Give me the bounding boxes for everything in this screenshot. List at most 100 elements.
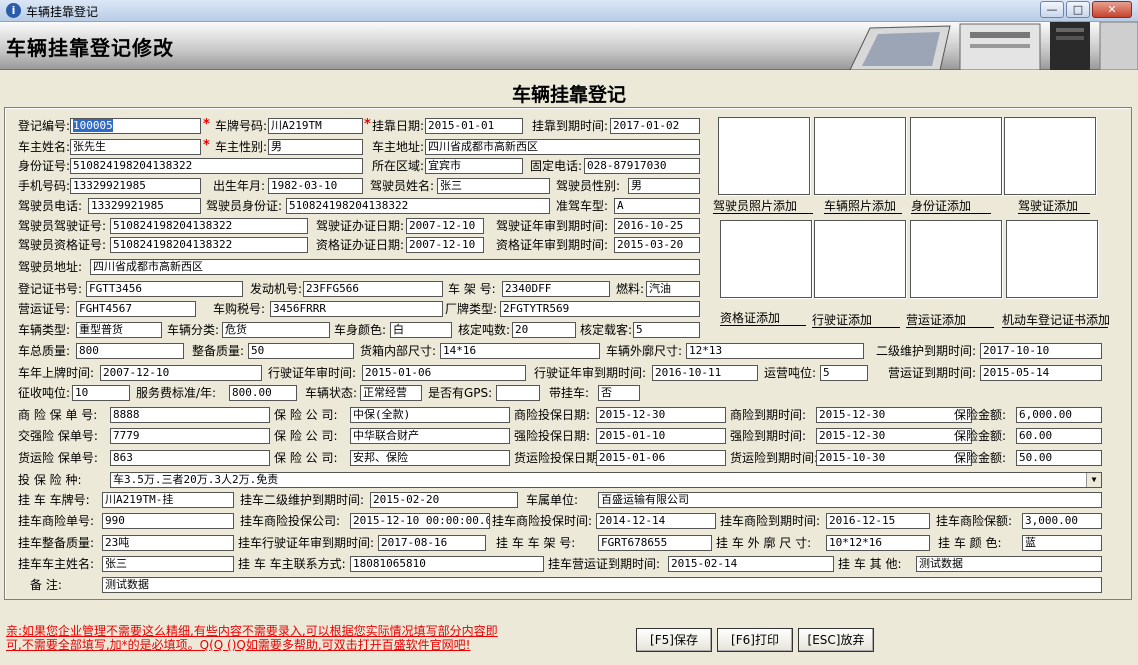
fee-ton-input[interactable]: 10 (72, 385, 130, 401)
chevron-down-icon[interactable]: ▼ (1086, 473, 1101, 487)
ldate-input[interactable]: 2007-12-10 (406, 218, 484, 234)
address-input[interactable]: 四川省成都市高新西区 (425, 139, 700, 155)
daddr-input[interactable]: 四川省成都市高新西区 (90, 259, 700, 275)
qdate-input[interactable]: 2007-12-10 (406, 237, 484, 253)
ins-start-input[interactable]: 2015-01-10 (596, 428, 726, 444)
ins-start-input[interactable]: 2015-01-06 (596, 450, 726, 466)
ins-co-input[interactable]: 中华联合财产 (350, 428, 510, 444)
optons-input[interactable]: 5 (820, 365, 868, 381)
tins-input[interactable]: 990 (102, 513, 234, 529)
fee-input[interactable]: 800.00 (229, 385, 297, 401)
maint-input[interactable]: 2017-10-10 (980, 343, 1102, 359)
unit-input[interactable]: 百盛运输有限公司 (598, 492, 1102, 508)
drvexp-input[interactable]: 2016-10-11 (652, 365, 758, 381)
color-input[interactable]: 白 (390, 322, 452, 338)
license-photo-add-link[interactable]: 驾驶证添加 (1018, 199, 1090, 214)
tcurb-input[interactable]: 23吨 (102, 535, 234, 551)
ins-end-input[interactable]: 2015-12-30 (816, 428, 972, 444)
owner-input[interactable]: 张先生 (70, 139, 201, 155)
ins-co-input[interactable]: 安邦、保险 (350, 450, 510, 466)
ton-input[interactable]: 20 (512, 322, 576, 338)
ins-amt-input[interactable]: 6,000.00 (1016, 407, 1102, 423)
close-button[interactable]: ✕ (1092, 1, 1132, 18)
tend-input[interactable]: 2016-12-15 (826, 513, 930, 529)
vehicle-photo-box[interactable] (814, 117, 906, 195)
topexp-input[interactable]: 2015-02-14 (668, 556, 834, 572)
area-input[interactable]: 宜宾市 (425, 158, 523, 174)
tdrv-input[interactable]: 2017-08-16 (378, 535, 486, 551)
date-input[interactable]: 2015-01-01 (425, 118, 523, 134)
reg-cert-photo-box[interactable] (1006, 220, 1098, 298)
ins-start-input[interactable]: 2015-12-30 (596, 407, 726, 423)
dgender-input[interactable]: 男 (628, 178, 700, 194)
drive-cert-photo-box[interactable] (814, 220, 906, 298)
driver-input[interactable]: 张三 (437, 178, 550, 194)
cancel-button[interactable]: [ESC]放弃 (798, 628, 874, 652)
ins-kind-select[interactable]: 车3.5万.三者20万.3人2万.免责 ▼ (110, 472, 1102, 488)
tother-input[interactable]: 测试数据 (916, 556, 1102, 572)
vcat-input[interactable]: 危货 (222, 322, 330, 338)
tphone-input[interactable]: 18081065810 (350, 556, 544, 572)
license-photo-box[interactable] (1004, 117, 1096, 195)
id-photo-add-link[interactable]: 身份证添加 (911, 199, 991, 214)
reg-no-input[interactable]: 100005 (70, 118, 201, 134)
reg-cert-add-link[interactable]: 机动车登记证书添加 (1002, 313, 1110, 328)
tframe-input[interactable]: FGRT678655 (598, 535, 712, 551)
qual-photo-add-link[interactable]: 资格证添加 (720, 311, 806, 326)
drive-cert-add-link[interactable]: 行驶证添加 (812, 313, 900, 328)
touter-input[interactable]: 10*12*16 (826, 535, 930, 551)
vtype-input[interactable]: 重型普货 (76, 322, 162, 338)
opexp-input[interactable]: 2015-05-14 (980, 365, 1102, 381)
towner-input[interactable]: 张三 (102, 556, 234, 572)
model-input[interactable]: 2FGTYTR569 (500, 301, 700, 317)
ins-no-input[interactable]: 8888 (110, 407, 270, 423)
save-button[interactable]: [F5]保存 (636, 628, 712, 652)
tco-input[interactable]: 2015-12-10 00:00:00.000 (350, 513, 490, 529)
vehicle-photo-add-link[interactable]: 车辆照片添加 (824, 199, 902, 214)
fuel-input[interactable]: 汽油 (646, 281, 700, 297)
tstart-input[interactable]: 2014-12-14 (596, 513, 716, 529)
tmaint-input[interactable]: 2015-02-20 (370, 492, 518, 508)
status-input[interactable]: 正常经营 (360, 385, 422, 401)
curb-input[interactable]: 50 (248, 343, 354, 359)
gross-input[interactable]: 800 (76, 343, 184, 359)
tplate-input[interactable]: 川A219TM-挂 (102, 492, 234, 508)
license-input[interactable]: 510824198204138322 (110, 218, 308, 234)
id-photo-box[interactable] (910, 117, 1002, 195)
tamt-input[interactable]: 3,000.00 (1022, 513, 1102, 529)
qexp-input[interactable]: 2015-03-20 (614, 237, 700, 253)
gps-input[interactable] (496, 385, 540, 401)
ins-amt-input[interactable]: 60.00 (1016, 428, 1102, 444)
inner-input[interactable]: 14*16 (440, 343, 600, 359)
driver-photo-box[interactable] (718, 117, 810, 195)
did-input[interactable]: 510824198204138322 (286, 198, 550, 214)
op-cert-add-link[interactable]: 营运证添加 (906, 313, 994, 328)
phone-input[interactable]: 028-87917030 (584, 158, 700, 174)
expire-input[interactable]: 2017-01-02 (610, 118, 700, 134)
seat-input[interactable]: 5 (633, 322, 700, 338)
plate-input[interactable]: 川A219TM (268, 118, 363, 134)
op-cert-photo-box[interactable] (910, 220, 1002, 298)
engine-input[interactable]: 23FFG566 (303, 281, 443, 297)
print-button[interactable]: [F6]打印 (717, 628, 793, 652)
year-input[interactable]: 2007-12-10 (100, 365, 262, 381)
trailer-input[interactable]: 否 (598, 385, 640, 401)
minimize-button[interactable]: — (1040, 1, 1064, 18)
op-input[interactable]: FGHT4567 (76, 301, 196, 317)
lexp-input[interactable]: 2016-10-25 (614, 218, 700, 234)
dphone-input[interactable]: 13329921985 (88, 198, 201, 214)
maximize-button[interactable]: □ (1066, 1, 1090, 18)
qual-photo-box[interactable] (720, 220, 812, 298)
ins-amt-input[interactable]: 50.00 (1016, 450, 1102, 466)
id-input[interactable]: 510824198204138322 (70, 158, 363, 174)
remark-input[interactable]: 测试数据 (102, 577, 1102, 593)
ins-no-input[interactable]: 7779 (110, 428, 270, 444)
qual-input[interactable]: 510824198204138322 (110, 237, 308, 253)
class-input[interactable]: A (614, 198, 700, 214)
frame-input[interactable]: 2340DFF (502, 281, 610, 297)
mobile-input[interactable]: 13329921985 (70, 178, 201, 194)
gender-input[interactable]: 男 (268, 139, 363, 155)
tax-input[interactable]: 3456FRRR (270, 301, 443, 317)
outer-input[interactable]: 12*13 (686, 343, 864, 359)
cert-input[interactable]: FGTT3456 (86, 281, 243, 297)
